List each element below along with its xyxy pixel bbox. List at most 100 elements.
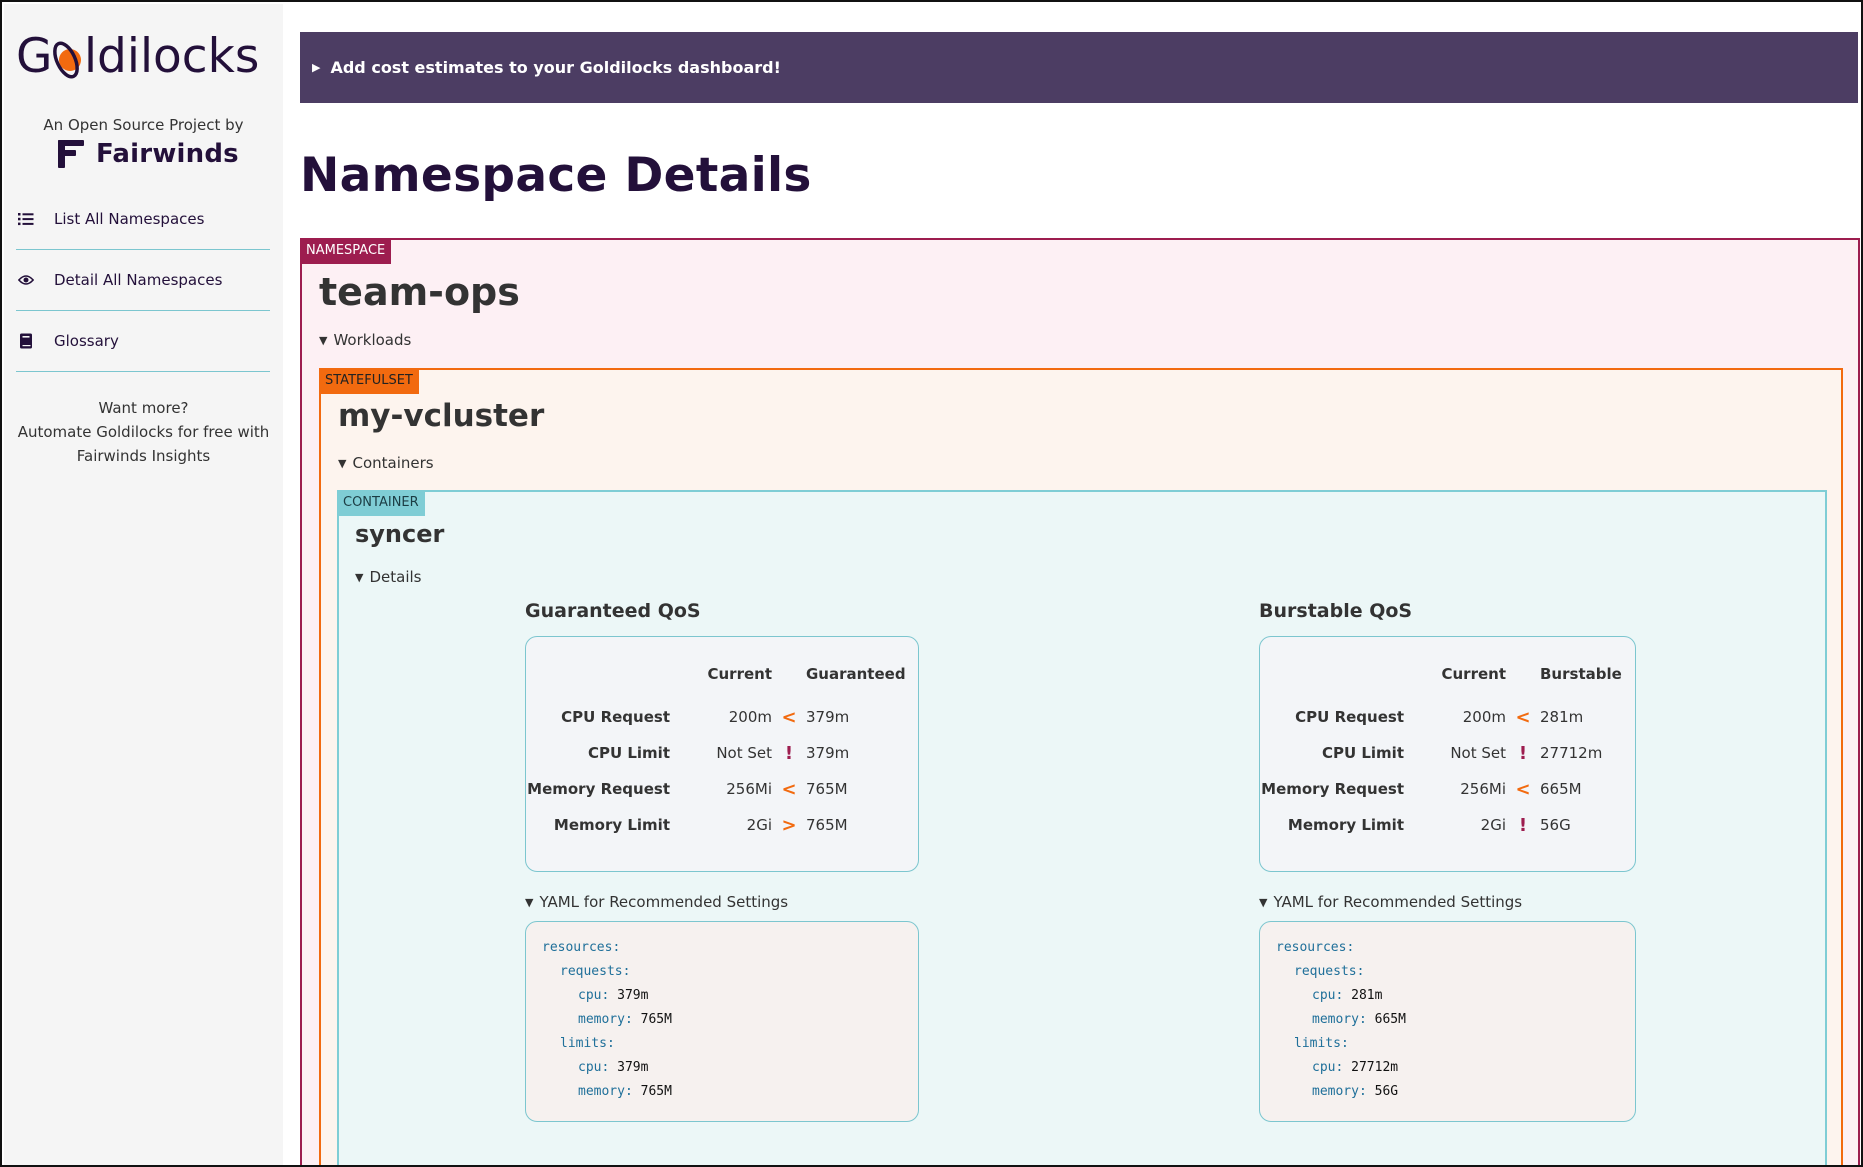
workloads-toggle[interactable]: ▼ Workloads — [319, 331, 411, 349]
triangle-down-icon: ▼ — [1259, 895, 1268, 909]
less-than-icon: < — [781, 778, 797, 800]
row-label: Memory Limit — [553, 816, 670, 834]
sidebar-nav: List All Namespaces Detail All Namespace… — [16, 189, 270, 372]
namespace-card: NAMESPACE team-ops ▼ Workloads STATEFULS… — [300, 238, 1860, 1165]
sidebar-item-glossary[interactable]: Glossary — [16, 311, 270, 372]
triangle-down-icon: ▼ — [525, 895, 534, 909]
yaml-key: limits — [1294, 1036, 1341, 1051]
yaml-key: cpu — [578, 988, 602, 1003]
column-header-guaranteed: Guaranteed — [806, 665, 906, 683]
recommended-value: 765M — [806, 816, 848, 834]
promo-line: Automate Goldilocks for free with — [17, 423, 270, 441]
banner-text: Add cost estimates to your Goldilocks da… — [330, 58, 781, 77]
row-label: Memory Request — [527, 780, 670, 798]
burstable-qos-table: Current Burstable CPU Request 200m < 281… — [1260, 665, 1637, 843]
yaml-value: 56G — [1374, 1084, 1399, 1099]
recommended-value: 56G — [1540, 816, 1571, 834]
sidebar: G ldilocks An Open Source Project by Fai… — [4, 4, 283, 1165]
yaml-colon: : — [601, 988, 618, 1003]
column-header-burstable: Burstable — [1540, 665, 1622, 683]
yaml-value: 765M — [640, 1084, 672, 1099]
yaml-colon: : — [606, 1036, 615, 1051]
byline: An Open Source Project by — [43, 116, 244, 134]
fairwinds-logo-icon — [58, 140, 84, 168]
burstable-yaml-code[interactable]: resources: requests: cpu: 281m memory: 6… — [1259, 921, 1636, 1122]
exclamation-icon: ! — [1518, 814, 1528, 836]
sidebar-item-label: Glossary — [54, 332, 119, 350]
empty-header — [772, 665, 806, 699]
toggle-label: Workloads — [333, 331, 412, 349]
statefulset-card: STATEFULSET my-vcluster ▼ Containers CON… — [319, 368, 1843, 1165]
triangle-down-icon: ▼ — [338, 456, 347, 470]
guaranteed-yaml-toggle[interactable]: ▼ YAML for Recommended Settings — [525, 892, 925, 912]
yaml-key: cpu — [578, 1060, 602, 1075]
current-value: 256Mi — [726, 780, 772, 798]
yaml-key: limits — [560, 1036, 607, 1051]
triangle-down-icon: ▼ — [319, 333, 328, 347]
yaml-colon: : — [612, 940, 621, 955]
exclamation-icon: ! — [1518, 742, 1528, 764]
fairwinds-insights-link[interactable]: Fairwinds Insights — [4, 444, 283, 468]
goldilocks-logo-image: G ldilocks — [16, 29, 259, 84]
sidebar-item-list-all-namespaces[interactable]: List All Namespaces — [16, 189, 270, 250]
containers-toggle[interactable]: ▼ Containers — [338, 454, 434, 472]
guaranteed-yaml-code[interactable]: resources: requests: cpu: 379m memory: 7… — [525, 921, 919, 1122]
list-icon — [18, 211, 34, 227]
sidebar-item-label: List All Namespaces — [54, 210, 205, 228]
yaml-colon: : — [1335, 988, 1352, 1003]
column-header-current: Current — [1441, 665, 1506, 683]
row-label: CPU Limit — [1321, 744, 1404, 762]
empty-header — [526, 665, 692, 699]
fairwinds-brand[interactable]: Fairwinds — [56, 136, 239, 172]
details-toggle[interactable]: ▼ Details — [355, 568, 421, 586]
namespace-name: team-ops — [319, 270, 520, 314]
container-card: CONTAINER syncer ▼ Details Guaranteed Qo… — [337, 490, 1827, 1165]
promo-line: Want more? — [98, 399, 189, 417]
yaml-colon: : — [1356, 964, 1365, 979]
burstable-qos-card: Current Burstable CPU Request 200m < 281… — [1259, 636, 1636, 872]
sidebar-item-detail-all-namespaces[interactable]: Detail All Namespaces — [16, 250, 270, 311]
current-value: Not Set — [716, 744, 772, 762]
burstable-yaml-toggle[interactable]: ▼ YAML for Recommended Settings — [1259, 892, 1659, 912]
yaml-value: 379m — [617, 988, 649, 1003]
yaml-key: memory — [578, 1012, 625, 1027]
toggle-label: YAML for Recommended Settings — [1273, 893, 1523, 911]
yaml-value: 379m — [617, 1060, 649, 1075]
triangle-right-icon: ▶ — [312, 61, 321, 74]
yaml-key: cpu — [1312, 988, 1336, 1003]
row-label: Memory Request — [1261, 780, 1404, 798]
yaml-value: 281m — [1351, 988, 1383, 1003]
namespace-tag: NAMESPACE — [300, 238, 392, 264]
guaranteed-qos-card: Current Guaranteed CPU Request 200m < 37… — [525, 636, 919, 872]
goldilocks-logo[interactable]: G ldilocks — [16, 20, 276, 90]
yaml-key: memory — [578, 1084, 625, 1099]
svg-text:G: G — [16, 29, 52, 84]
recommended-value: 765M — [806, 780, 848, 798]
insights-promo: Want more? Automate Goldilocks for free … — [4, 396, 283, 468]
recommended-value: 27712m — [1540, 744, 1603, 762]
table-row: CPU Limit Not Set ! 379m — [526, 735, 920, 771]
yaml-colon: : — [1358, 1012, 1375, 1027]
recommended-value: 379m — [806, 744, 850, 762]
yaml-colon: : — [1335, 1060, 1352, 1075]
yaml-colon: : — [624, 1012, 641, 1027]
toggle-label: Details — [369, 568, 422, 586]
yaml-colon: : — [622, 964, 631, 979]
recommended-value: 665M — [1540, 780, 1582, 798]
yaml-key: memory — [1312, 1012, 1359, 1027]
yaml-key: memory — [1312, 1084, 1359, 1099]
yaml-value: 765M — [640, 1012, 672, 1027]
statefulset-name: my-vcluster — [338, 398, 545, 434]
guaranteed-qos-table: Current Guaranteed CPU Request 200m < 37… — [526, 665, 920, 843]
yaml-value: 27712m — [1351, 1060, 1399, 1075]
burstable-qos-title: Burstable QoS — [1259, 600, 1413, 622]
current-value: 2Gi — [1480, 816, 1506, 834]
cost-estimates-banner[interactable]: ▶ Add cost estimates to your Goldilocks … — [300, 32, 1858, 103]
toggle-label: YAML for Recommended Settings — [539, 893, 789, 911]
table-row: CPU Request 200m < 379m — [526, 699, 920, 735]
guaranteed-qos-title: Guaranteed QoS — [525, 600, 701, 622]
column-header-current: Current — [707, 665, 772, 683]
yaml-key: requests — [1294, 964, 1357, 979]
book-icon — [18, 333, 34, 349]
container-name: syncer — [355, 520, 445, 548]
